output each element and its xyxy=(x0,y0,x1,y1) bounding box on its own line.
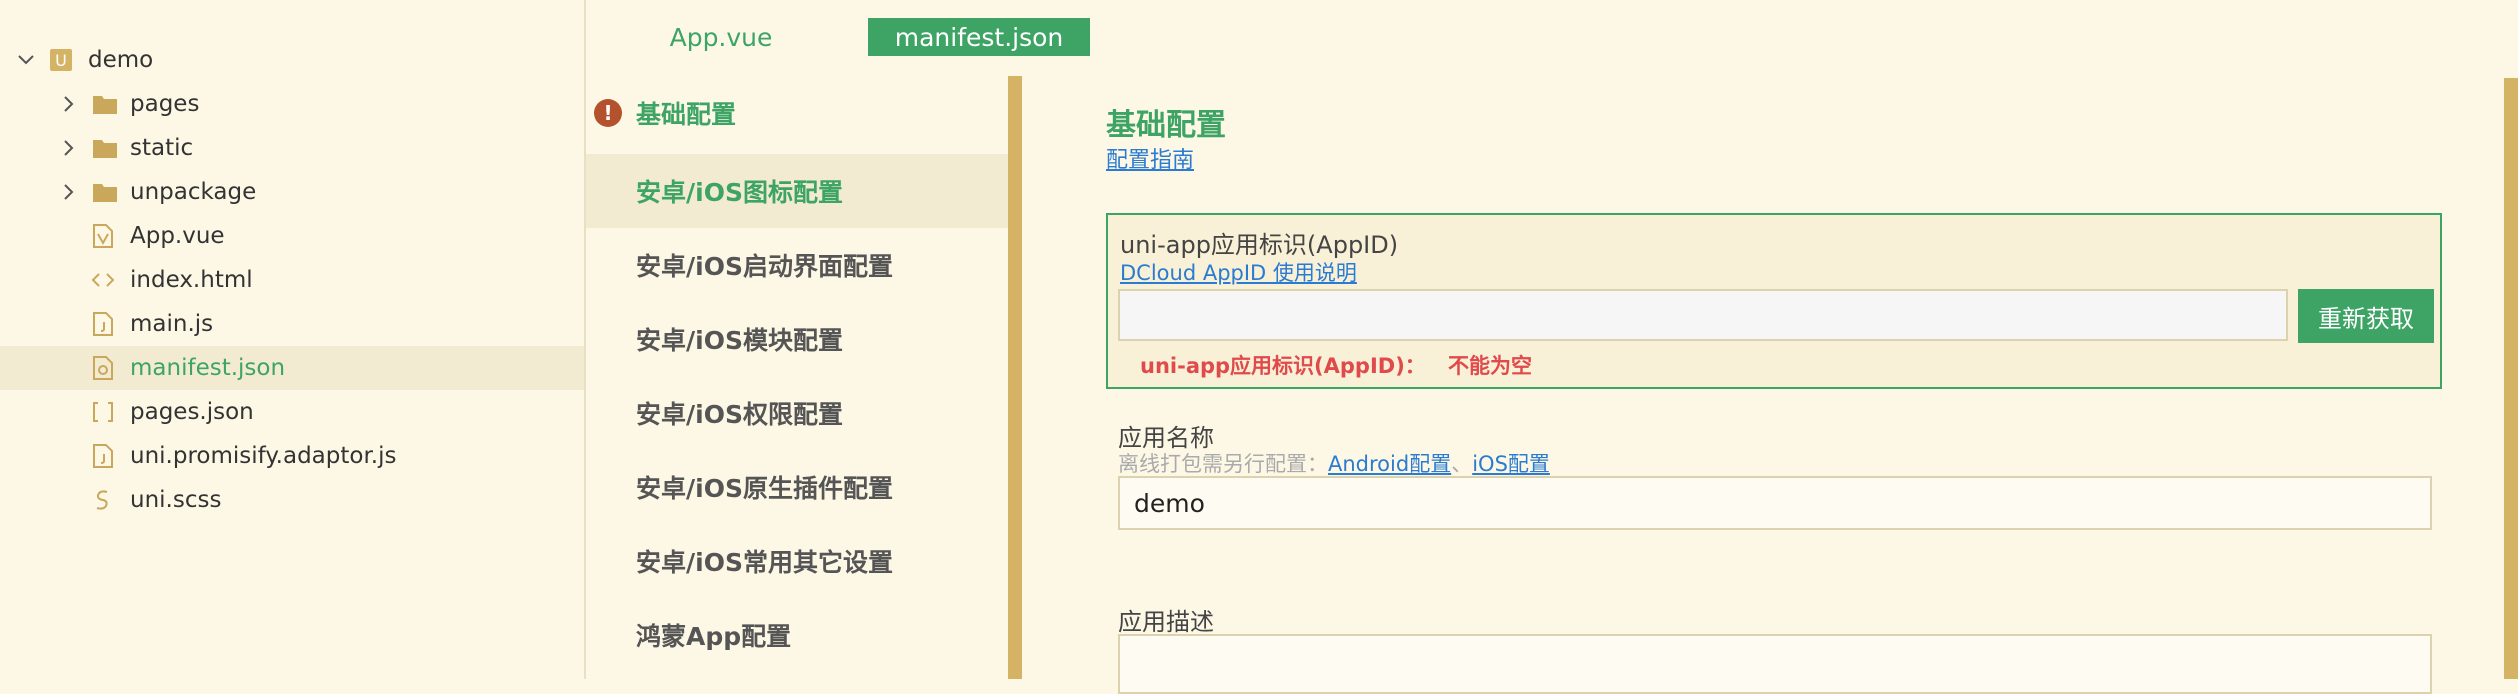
tree-item-label: unpackage xyxy=(130,179,257,205)
tree-item-label: manifest.json xyxy=(130,355,286,381)
appid-input[interactable] xyxy=(1118,289,2288,341)
project-name: demo xyxy=(88,47,154,73)
tree-item-pages-json[interactable]: pages.json xyxy=(0,390,584,434)
ios-config-link[interactable]: iOS配置 xyxy=(1472,452,1550,476)
tree-item-main-js[interactable]: main.js xyxy=(0,302,584,346)
config-form: 基础配置 配置指南 uni-app应用标识(AppID) DCloud AppI… xyxy=(1022,76,2504,694)
app-name-input[interactable]: demo xyxy=(1118,476,2432,530)
nav-label: 安卓/iOS常用其它设置 xyxy=(636,548,893,577)
appid-field-group: uni-app应用标识(AppID) DCloud AppID 使用说明 重新获… xyxy=(1106,213,2442,389)
tree-item-label: uni.scss xyxy=(130,487,222,513)
project-icon: U xyxy=(48,47,74,73)
config-section-nav: ! 基础配置 安卓/iOS图标配置 安卓/iOS启动界面配置 安卓/iOS模块配… xyxy=(586,76,1008,679)
nav-permission-config[interactable]: 安卓/iOS权限配置 xyxy=(586,376,1008,450)
chevron-right-icon[interactable] xyxy=(58,137,80,159)
nav-harmony-config[interactable]: 鸿蒙App配置 xyxy=(586,598,1008,672)
refresh-appid-button[interactable]: 重新获取 xyxy=(2298,289,2434,343)
tree-item-label: uni.promisify.adaptor.js xyxy=(130,443,397,469)
warning-icon: ! xyxy=(594,99,622,127)
nav-label: 鸿蒙App配置 xyxy=(636,622,792,651)
chevron-right-icon[interactable] xyxy=(58,181,80,203)
nav-module-config[interactable]: 安卓/iOS模块配置 xyxy=(586,302,1008,376)
tab-app-vue[interactable]: App.vue xyxy=(626,18,816,56)
app-desc-label: 应用描述 xyxy=(1118,608,1214,636)
file-explorer: U demo pages static unpackage App.vue in… xyxy=(0,0,586,679)
tree-item-label: index.html xyxy=(130,267,253,293)
html-file-icon xyxy=(90,267,116,293)
editor-tab-bar: App.vue manifest.json xyxy=(586,0,2518,76)
tree-item-label: pages xyxy=(130,91,200,117)
nav-label: 安卓/iOS原生插件配置 xyxy=(636,474,893,503)
tree-item-label: static xyxy=(130,135,194,161)
chevron-right-icon[interactable] xyxy=(58,93,80,115)
nav-splash-config[interactable]: 安卓/iOS启动界面配置 xyxy=(586,228,1008,302)
app-desc-input[interactable] xyxy=(1118,634,2432,694)
folder-icon xyxy=(92,91,118,117)
chevron-down-icon[interactable] xyxy=(15,49,37,71)
tree-item-static[interactable]: static xyxy=(0,126,584,170)
svg-text:U: U xyxy=(55,51,67,70)
nav-label: 安卓/iOS权限配置 xyxy=(636,400,843,429)
nav-other-settings[interactable]: 安卓/iOS常用其它设置 xyxy=(586,524,1008,598)
tree-item-index-html[interactable]: index.html xyxy=(0,258,584,302)
tree-item-uni-scss[interactable]: uni.scss xyxy=(0,478,584,522)
nav-label: 安卓/iOS模块配置 xyxy=(636,326,843,355)
tree-item-manifest-json[interactable]: manifest.json xyxy=(0,346,584,390)
js-file-icon xyxy=(90,443,116,469)
tree-item-pages[interactable]: pages xyxy=(0,82,584,126)
appid-help-link[interactable]: DCloud AppID 使用说明 xyxy=(1120,257,1357,287)
scss-file-icon xyxy=(90,487,116,513)
app-name-hint: 离线打包需另行配置：Android配置、iOS配置 xyxy=(1118,448,1550,478)
appid-label: uni-app应用标识(AppID) xyxy=(1120,231,1399,259)
android-config-link[interactable]: Android配置 xyxy=(1328,452,1451,476)
panel-divider[interactable] xyxy=(1008,76,1022,679)
nav-label: 安卓/iOS图标配置 xyxy=(636,178,843,207)
json-file-icon xyxy=(90,399,116,425)
folder-icon xyxy=(92,135,118,161)
hint-separator: 、 xyxy=(1451,452,1473,476)
nav-basic-config[interactable]: ! 基础配置 xyxy=(586,76,1008,150)
nav-native-plugin-config[interactable]: 安卓/iOS原生插件配置 xyxy=(586,450,1008,524)
folder-icon xyxy=(92,179,118,205)
tree-item-label: pages.json xyxy=(130,399,254,425)
tree-item-unpackage[interactable]: unpackage xyxy=(0,170,584,214)
content-scrollbar[interactable] xyxy=(2504,78,2518,679)
nav-icon-config[interactable]: 安卓/iOS图标配置 xyxy=(586,154,1008,228)
hint-text: 离线打包需另行配置： xyxy=(1118,452,1328,476)
tab-manifest-json[interactable]: manifest.json xyxy=(868,18,1090,56)
tree-item-app-vue[interactable]: App.vue xyxy=(0,214,584,258)
vue-file-icon xyxy=(90,223,116,249)
nav-label: 安卓/iOS启动界面配置 xyxy=(636,252,893,281)
tree-item-promisify-js[interactable]: uni.promisify.adaptor.js xyxy=(0,434,584,478)
nav-label: 基础配置 xyxy=(636,100,737,129)
js-file-icon xyxy=(90,311,116,337)
appid-error-label: uni-app应用标识(AppID)： xyxy=(1140,354,1426,378)
project-root[interactable]: U demo xyxy=(0,38,584,82)
tree-item-label: App.vue xyxy=(130,223,225,249)
config-guide-link[interactable]: 配置指南 xyxy=(1106,142,1194,174)
tree-item-label: main.js xyxy=(130,311,214,337)
section-title: 基础配置 xyxy=(1106,108,1226,143)
appid-error-message: 不能为空 xyxy=(1448,354,1532,378)
manifest-file-icon xyxy=(90,355,116,381)
